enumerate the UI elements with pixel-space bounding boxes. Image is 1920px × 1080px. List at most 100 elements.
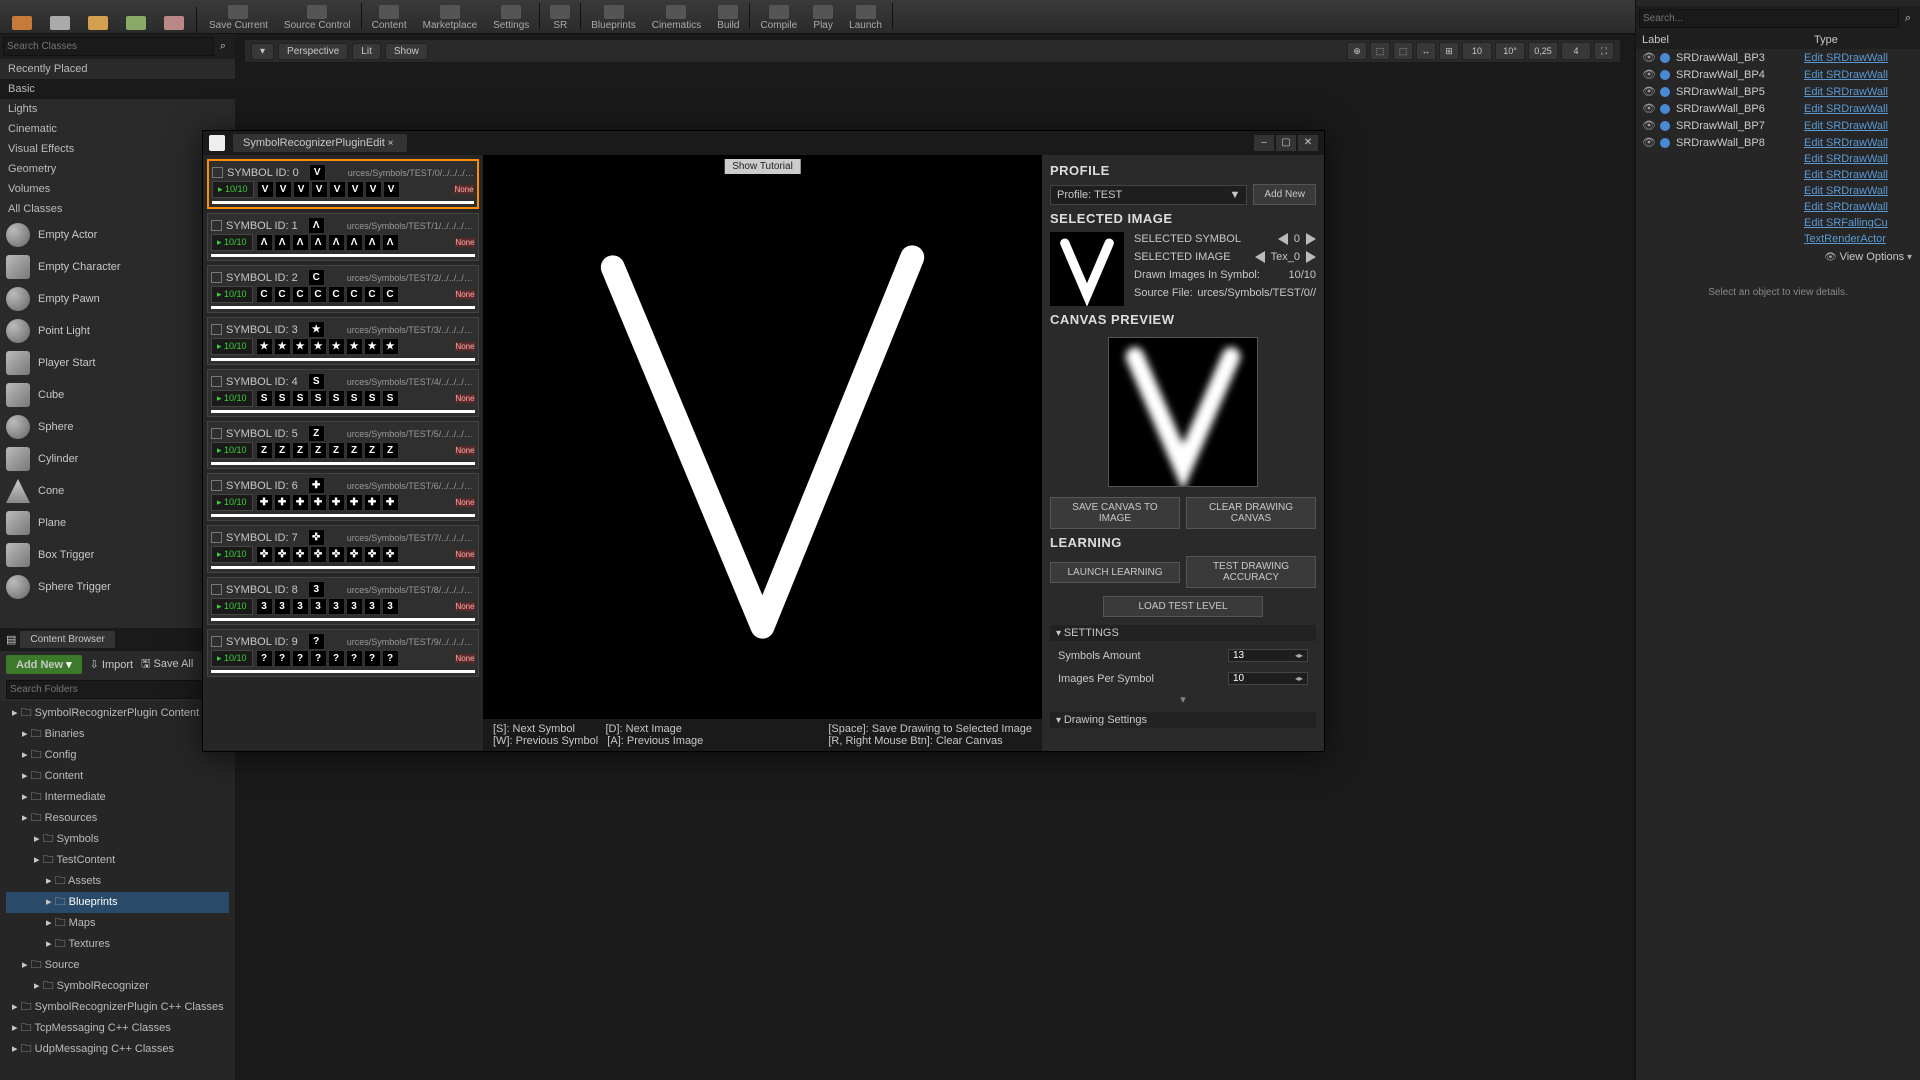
symbol-thumb[interactable]: S [292, 390, 309, 407]
actor-player-start[interactable]: Player Startⓘ [0, 347, 235, 379]
symbol-checkbox[interactable] [211, 480, 222, 491]
show-dropdown[interactable]: Show [385, 43, 428, 60]
save-all-button[interactable]: 🖫 Save All [141, 655, 193, 674]
outliner-row[interactable]: 👁SRDrawWall_BP4Edit SRDrawWall [1636, 66, 1920, 83]
minimize-button[interactable]: – [1254, 135, 1274, 151]
visibility-icon[interactable]: 👁 [1642, 136, 1654, 149]
symbol-thumb[interactable]: 3 [256, 598, 273, 615]
add-new-button[interactable]: Add New ▾ [6, 655, 82, 674]
symbol-thumb[interactable]: ✚ [292, 494, 309, 511]
symbol-thumb[interactable]: V [275, 181, 292, 198]
symbol-thumb[interactable]: C [328, 286, 345, 303]
viewport-tool-icon[interactable]: ⬚ [1370, 42, 1390, 60]
next-image-button[interactable] [1306, 251, 1316, 263]
window-titlebar[interactable]: SymbolRecognizerPluginEdit × – ▢ ✕ [203, 131, 1324, 155]
none-button[interactable]: None [454, 185, 474, 194]
edit-type-link[interactable]: Edit SRDrawWall [1804, 69, 1914, 81]
symbol-card-9[interactable]: SYMBOL ID: 9?urces/Symbols/TEST/9/../../… [207, 629, 479, 677]
lit-dropdown[interactable]: Lit [352, 43, 381, 60]
symbol-card-0[interactable]: SYMBOL ID: 0Vurces/Symbols/TEST/0/../../… [207, 159, 479, 209]
edit-type-link[interactable]: Edit SRDrawWall [1804, 169, 1914, 181]
none-button[interactable]: None [455, 342, 475, 351]
symbol-thumb[interactable]: Z [346, 442, 363, 459]
category-all-classes[interactable]: All Classes [0, 199, 235, 219]
tree-item[interactable]: ▸ 🗀 Textures [6, 934, 229, 955]
symbol-card-8[interactable]: SYMBOL ID: 83urces/Symbols/TEST/8/../../… [207, 577, 479, 625]
symbol-card-5[interactable]: SYMBOL ID: 5Zurces/Symbols/TEST/5/../../… [207, 421, 479, 469]
symbol-thumb[interactable]: Λ [346, 234, 363, 251]
symbol-thumb[interactable]: V [383, 181, 400, 198]
none-button[interactable]: None [455, 654, 475, 663]
symbol-thumb[interactable]: S [364, 390, 381, 407]
symbol-thumb[interactable]: Λ [328, 234, 345, 251]
symbol-thumb[interactable]: S [274, 390, 291, 407]
symbol-thumb[interactable]: V [311, 181, 328, 198]
outliner-row[interactable]: 👁SRDrawWall_BP7Edit SRDrawWall [1636, 117, 1920, 134]
visibility-icon[interactable]: 👁 [1642, 119, 1654, 132]
tree-item[interactable]: ▸ 🗀 TestContent [6, 850, 229, 871]
symbol-thumb[interactable]: V [329, 181, 346, 198]
visibility-icon[interactable]: 👁 [1642, 102, 1654, 115]
symbol-thumb[interactable]: V [257, 181, 274, 198]
symbol-thumb[interactable]: S [256, 390, 273, 407]
toolbar-mode-icon[interactable] [42, 14, 78, 33]
symbol-card-7[interactable]: SYMBOL ID: 7✜urces/Symbols/TEST/7/../../… [207, 525, 479, 573]
symbol-thumb[interactable]: S [310, 390, 327, 407]
actor-empty-actor[interactable]: Empty Actorⓘ [0, 219, 235, 251]
outliner-row[interactable]: 👁SRDrawWall_BP3Edit SRDrawWall [1636, 49, 1920, 66]
content-browser-tab[interactable]: Content Browser [20, 631, 114, 648]
toolbar-play[interactable]: Play [805, 3, 841, 33]
edit-type-link[interactable]: TextRenderActor [1804, 233, 1914, 245]
tree-item[interactable]: ▸ 🗀 Symbols [6, 829, 229, 850]
toolbar-mode-icon[interactable] [156, 14, 192, 33]
visibility-icon[interactable]: 👁 [1642, 68, 1654, 81]
symbol-checkbox[interactable] [211, 636, 222, 647]
tree-item[interactable]: ▸ 🗀 SymbolRecognizer [6, 976, 229, 997]
actor-sphere[interactable]: Sphereⓘ [0, 411, 235, 443]
symbol-thumb[interactable]: ✚ [274, 494, 291, 511]
actor-cylinder[interactable]: Cylinderⓘ [0, 443, 235, 475]
symbol-thumb[interactable]: Λ [382, 234, 399, 251]
symbol-card-3[interactable]: SYMBOL ID: 3★urces/Symbols/TEST/3/../../… [207, 317, 479, 365]
symbol-thumb[interactable]: ✜ [310, 546, 327, 563]
outliner-row[interactable]: 👁SRDrawWall_BP5Edit SRDrawWall [1636, 83, 1920, 100]
symbol-thumb[interactable]: ✚ [382, 494, 399, 511]
none-button[interactable]: None [455, 446, 475, 455]
show-tutorial-button[interactable]: Show Tutorial [724, 159, 801, 174]
category-geometry[interactable]: Geometry [0, 159, 235, 179]
actor-box-trigger[interactable]: Box Triggerⓘ [0, 539, 235, 571]
viewport-value[interactable]: 10 [1462, 42, 1492, 60]
visibility-icon[interactable]: 👁 [1642, 51, 1654, 64]
symbol-thumb[interactable]: C [346, 286, 363, 303]
search-classes-input[interactable] [3, 37, 214, 56]
edit-type-link[interactable]: Edit SRDrawWall [1804, 120, 1914, 132]
edit-type-link[interactable]: Edit SRDrawWall [1804, 153, 1914, 165]
toolbar-save-current[interactable]: Save Current [201, 3, 276, 33]
symbol-thumb[interactable]: Z [328, 442, 345, 459]
symbol-thumb[interactable]: ? [292, 650, 309, 667]
prev-symbol-button[interactable] [1278, 233, 1288, 245]
symbol-checkbox[interactable] [212, 167, 223, 178]
toolbar-sr[interactable]: SR [542, 3, 578, 33]
type-header[interactable]: Type [1814, 34, 1914, 46]
symbol-thumb[interactable]: Z [382, 442, 399, 459]
tree-item[interactable]: ▸ 🗀 Assets [6, 871, 229, 892]
tree-item[interactable]: ▸ 🗀 Source [6, 955, 229, 976]
symbol-card-4[interactable]: SYMBOL ID: 4Surces/Symbols/TEST/4/../../… [207, 369, 479, 417]
category-basic[interactable]: Basic [0, 79, 235, 99]
symbol-thumb[interactable]: ✜ [256, 546, 273, 563]
symbol-thumb[interactable]: ? [364, 650, 381, 667]
symbol-card-2[interactable]: SYMBOL ID: 2Curces/Symbols/TEST/2/../../… [207, 265, 479, 313]
symbol-thumb[interactable]: ? [328, 650, 345, 667]
edit-type-link[interactable]: Edit SRDrawWall [1804, 86, 1914, 98]
add-profile-button[interactable]: Add New [1253, 184, 1316, 205]
tree-item[interactable]: ▸ 🗀 Binaries [6, 724, 229, 745]
save-canvas-button[interactable]: SAVE CANVAS TO IMAGE [1050, 497, 1180, 529]
view-options-button[interactable]: 👁 View Options ▾ [1636, 247, 1920, 267]
settings-section[interactable]: ▾ SETTINGS [1050, 625, 1316, 641]
symbol-checkbox[interactable] [211, 428, 222, 439]
viewport-value[interactable]: 0,25 [1528, 42, 1558, 60]
clear-canvas-button[interactable]: CLEAR DRAWING CANVAS [1186, 497, 1316, 529]
drawing-canvas[interactable] [483, 155, 1042, 719]
next-symbol-button[interactable] [1306, 233, 1316, 245]
